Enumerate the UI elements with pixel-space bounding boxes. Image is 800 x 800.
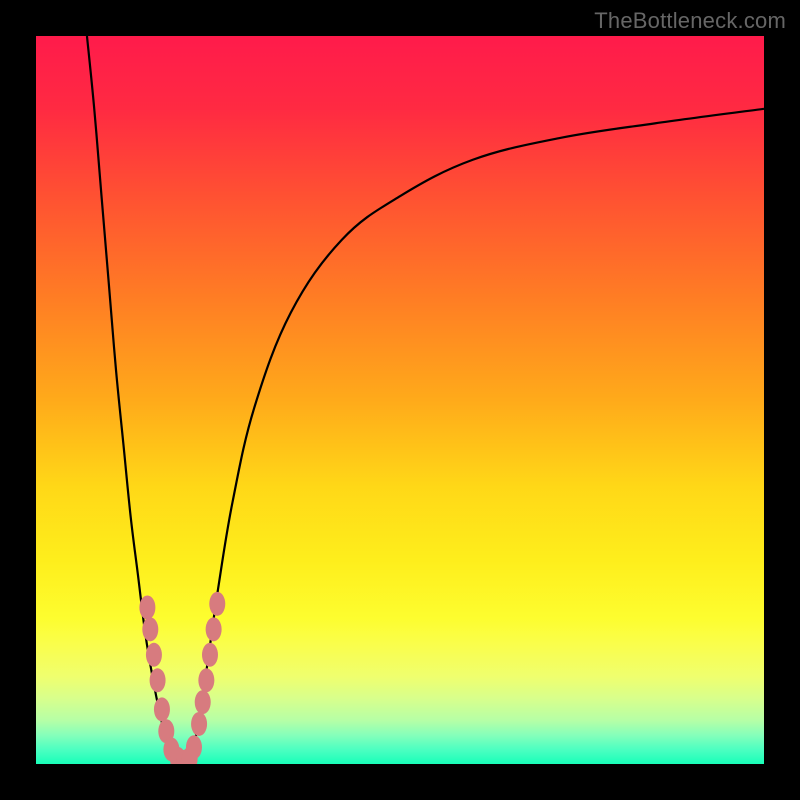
curve-right-branch [182,109,764,764]
data-dot [206,617,222,641]
data-dot [209,592,225,616]
curve-left-branch [87,36,182,764]
data-dot [154,697,170,721]
data-dot [139,595,155,619]
data-dot [186,735,202,759]
data-dot [150,668,166,692]
data-dot [195,690,211,714]
plot-area [36,36,764,764]
data-dot [142,617,158,641]
data-dot [198,668,214,692]
curve-layer [36,36,764,764]
data-dot [191,712,207,736]
chart-frame: TheBottleneck.com [0,0,800,800]
data-dots [139,592,225,764]
data-dot [146,643,162,667]
watermark-text: TheBottleneck.com [594,8,786,34]
data-dot [202,643,218,667]
